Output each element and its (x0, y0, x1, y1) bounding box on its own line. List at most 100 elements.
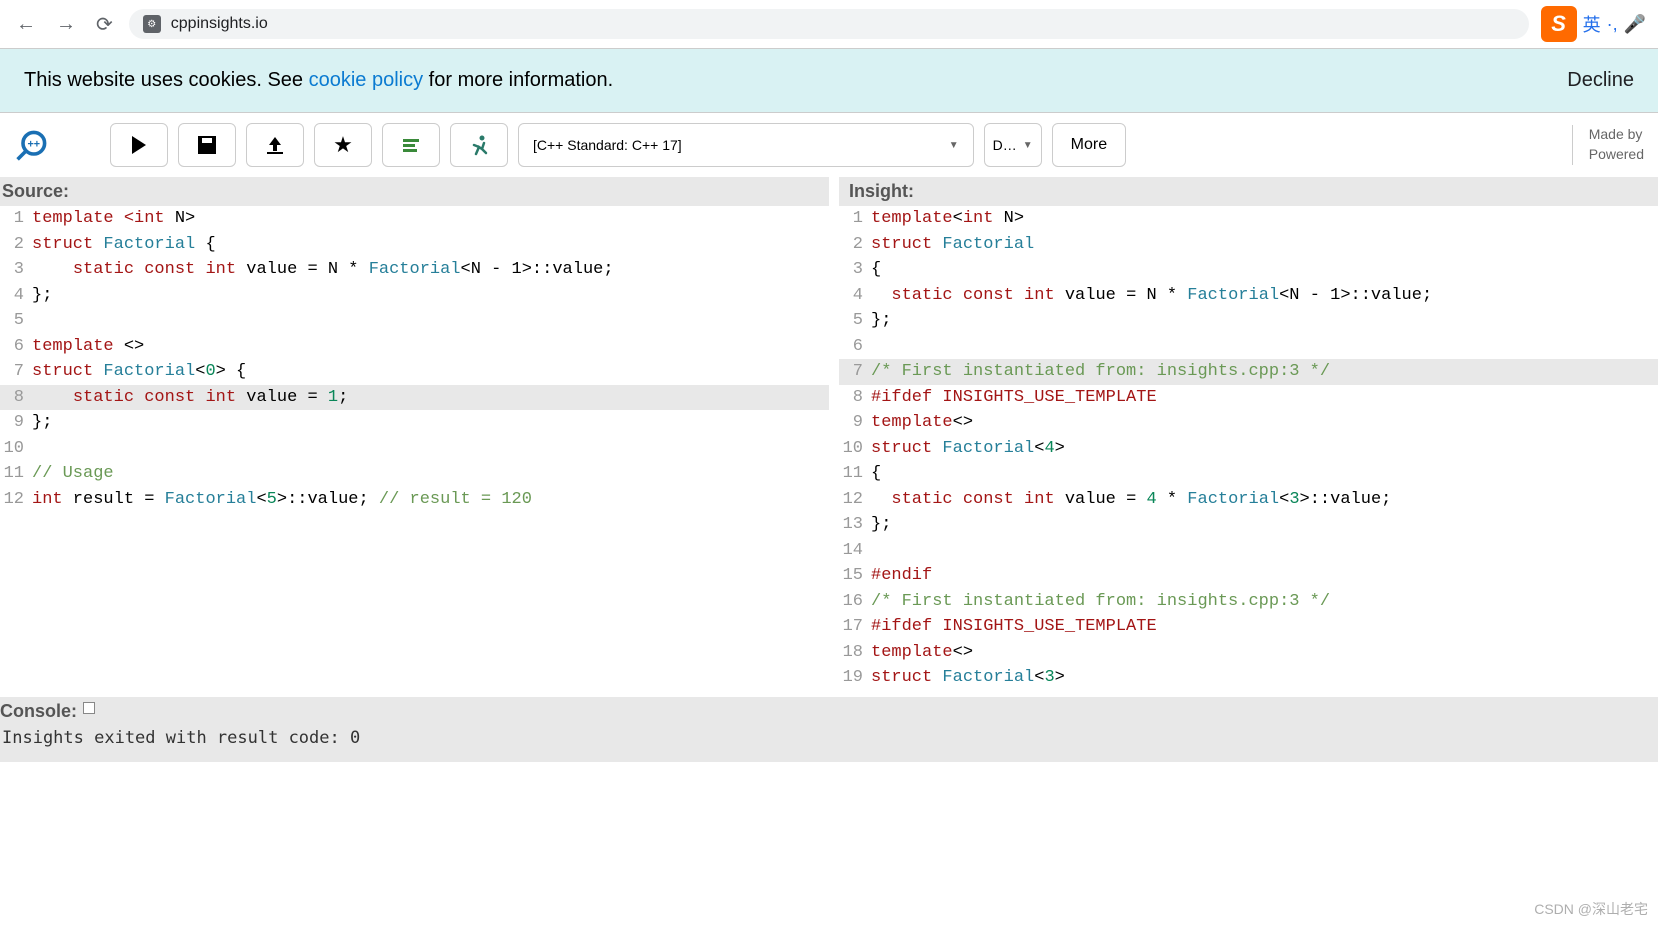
code-line[interactable]: 15#endif (839, 563, 1658, 589)
ime-language-indicator[interactable]: 英 (1583, 11, 1601, 37)
line-number: 7 (839, 359, 871, 385)
address-bar[interactable]: ⚙ cppinsights.io (129, 9, 1529, 39)
url-text: cppinsights.io (171, 15, 268, 33)
code-content: static const int value = N * Factorial<N… (32, 257, 614, 283)
line-number: 3 (0, 257, 32, 283)
insight-viewer[interactable]: 1template<int N>2struct Factorial3{4 sta… (839, 206, 1658, 697)
code-line[interactable]: 13}; (839, 512, 1658, 538)
line-number: 2 (0, 232, 32, 258)
line-number: 4 (0, 283, 32, 309)
line-number: 2 (839, 232, 871, 258)
code-line[interactable]: 8#ifdef INSIGHTS_USE_TEMPLATE (839, 385, 1658, 411)
cppinsights-logo-icon[interactable]: ++ (14, 127, 50, 163)
code-line[interactable]: 1template <int N> (0, 206, 829, 232)
code-line[interactable]: 5}; (839, 308, 1658, 334)
ime-separator: ·, (1607, 14, 1618, 35)
code-line[interactable]: 10 (0, 436, 829, 462)
cookie-policy-link[interactable]: cookie policy (309, 69, 424, 91)
code-line[interactable]: 5 (0, 308, 829, 334)
code-line[interactable]: 6 (839, 334, 1658, 360)
code-line[interactable]: 9}; (0, 410, 829, 436)
line-number: 5 (0, 308, 32, 334)
code-line[interactable]: 10struct Factorial<4> (839, 436, 1658, 462)
dropdown-icon: ▼ (949, 140, 959, 151)
line-number: 8 (839, 385, 871, 411)
line-number: 12 (0, 487, 32, 513)
code-line[interactable]: 3 static const int value = N * Factorial… (0, 257, 829, 283)
code-line[interactable]: 12int result = Factorial<5>::value; // r… (0, 487, 829, 513)
code-content: struct Factorial (871, 232, 1034, 258)
code-line[interactable]: 1template<int N> (839, 206, 1658, 232)
code-content: int result = Factorial<5>::value; // res… (32, 487, 532, 513)
upload-button[interactable] (246, 123, 304, 167)
code-line[interactable]: 19struct Factorial<3> (839, 665, 1658, 691)
svg-text:++: ++ (28, 139, 41, 151)
code-line[interactable]: 7/* First instantiated from: insights.cp… (839, 359, 1658, 385)
star-icon: ★ (333, 132, 353, 158)
upload-icon (265, 135, 285, 155)
code-content: { (871, 257, 881, 283)
code-line[interactable]: 2struct Factorial (839, 232, 1658, 258)
more-button[interactable]: More (1052, 123, 1126, 167)
line-number: 8 (0, 385, 32, 411)
browser-navbar: ← → ⟳ ⚙ cppinsights.io S 英 ·, 🎤 (0, 0, 1658, 48)
code-content: static const int value = 4 * Factorial<3… (871, 487, 1391, 513)
source-editor[interactable]: 1template <int N>2struct Factorial {3 st… (0, 206, 829, 697)
site-settings-icon[interactable]: ⚙ (143, 15, 161, 33)
save-button[interactable] (178, 123, 236, 167)
run-button[interactable] (110, 123, 168, 167)
code-line[interactable]: 11// Usage (0, 461, 829, 487)
line-number: 11 (839, 461, 871, 487)
code-line[interactable]: 2struct Factorial { (0, 232, 829, 258)
code-line[interactable]: 14 (839, 538, 1658, 564)
save-icon (198, 136, 216, 154)
watermark: CSDN @深山老宅 (1534, 899, 1648, 919)
code-line[interactable]: 16/* First instantiated from: insights.c… (839, 589, 1658, 615)
code-content: static const int value = N * Factorial<N… (871, 283, 1432, 309)
line-number: 1 (839, 206, 871, 232)
console-toggle-checkbox[interactable] (83, 702, 95, 714)
quickbench-button[interactable] (450, 123, 508, 167)
code-line[interactable]: 6template <> (0, 334, 829, 360)
line-number: 4 (839, 283, 871, 309)
code-content: }; (871, 308, 891, 334)
line-number: 1 (0, 206, 32, 232)
code-content: static const int value = 1; (32, 385, 348, 411)
code-content: /* First instantiated from: insights.cpp… (871, 359, 1330, 385)
code-line[interactable]: 12 static const int value = 4 * Factoria… (839, 487, 1658, 513)
back-button[interactable]: ← (12, 9, 40, 40)
code-content: #ifdef INSIGHTS_USE_TEMPLATE (871, 385, 1157, 411)
code-line[interactable]: 7struct Factorial<0> { (0, 359, 829, 385)
favorite-button[interactable]: ★ (314, 123, 372, 167)
cookie-decline-button[interactable]: Decline (1567, 69, 1634, 92)
insight-pane-title: Insight: (839, 177, 1658, 206)
code-content: struct Factorial { (32, 232, 216, 258)
code-line[interactable]: 4 static const int value = N * Factorial… (839, 283, 1658, 309)
code-line[interactable]: 3{ (839, 257, 1658, 283)
microphone-icon[interactable]: 🎤 (1624, 14, 1646, 35)
line-number: 14 (839, 538, 871, 564)
secondary-select[interactable]: D… ▼ (984, 123, 1042, 167)
source-pane: Source: 1template <int N>2struct Factori… (0, 177, 829, 697)
forward-button[interactable]: → (52, 9, 80, 40)
sogou-ime-icon[interactable]: S (1541, 6, 1577, 42)
code-line[interactable]: 17#ifdef INSIGHTS_USE_TEMPLATE (839, 614, 1658, 640)
code-line[interactable]: 18template<> (839, 640, 1658, 666)
app-toolbar: ++ ★ [C++ Standard: C++ 17] ▼ D… ▼ More … (0, 113, 1658, 177)
code-content: }; (32, 410, 52, 436)
line-number: 10 (0, 436, 32, 462)
line-number: 11 (0, 461, 32, 487)
line-number: 3 (839, 257, 871, 283)
cpp-standard-select[interactable]: [C++ Standard: C++ 17] ▼ (518, 123, 974, 167)
code-content: #endif (871, 563, 932, 589)
line-number: 10 (839, 436, 871, 462)
code-line[interactable]: 9template<> (839, 410, 1658, 436)
code-line[interactable]: 8 static const int value = 1; (0, 385, 829, 411)
insight-pane: Insight: 1template<int N>2struct Factori… (829, 177, 1658, 697)
line-number: 15 (839, 563, 871, 589)
reload-button[interactable]: ⟳ (92, 8, 117, 41)
compiler-explorer-button[interactable] (382, 123, 440, 167)
code-line[interactable]: 11{ (839, 461, 1658, 487)
code-line[interactable]: 4}; (0, 283, 829, 309)
line-number: 5 (839, 308, 871, 334)
